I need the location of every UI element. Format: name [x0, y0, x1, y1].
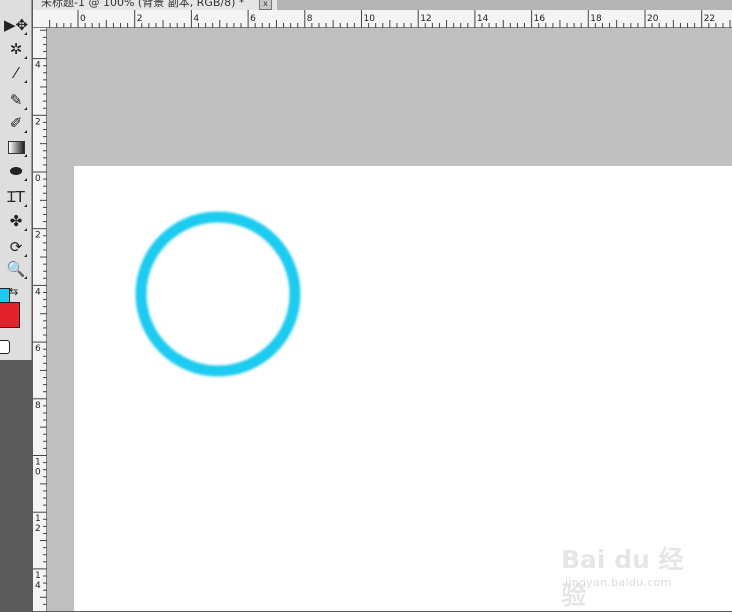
toolbar-empty-area [0, 360, 32, 611]
canvas-overlay [135, 211, 301, 377]
document-tab[interactable]: 未标题-1 @ 100% (背景 副本, RGB/8) * x [33, 0, 278, 10]
vertical-ruler[interactable]: 4202468101214 [33, 28, 47, 611]
hidden-tools-indicator [24, 254, 27, 257]
ruler-label: 0 [35, 468, 41, 478]
ruler-label: 2 [35, 524, 41, 534]
custom-shape-tool[interactable]: ✤ [4, 210, 28, 232]
horizontal-ruler-scale: 0 2 4 6 8 10 12 14 16 18 20 22 [49, 10, 731, 28]
tools-panel: ▶✥ ✲ ⁄ ✎ ✐ ⬬ ꞮT ✤ ⟳ 🔍 ⇆ [0, 0, 32, 611]
ruler-label: 4 [35, 581, 41, 591]
ruler-label: 8 [307, 14, 313, 24]
horizontal-ruler[interactable]: 0 2 4 6 8 10 12 14 16 18 20 22 [33, 10, 732, 28]
eyedropper-tool[interactable]: ⁄ [4, 62, 28, 84]
watermark-url: jingyan.baidu.com [565, 576, 672, 589]
history-brush-tool[interactable]: ✐ [4, 112, 28, 134]
3d-rotate-tool[interactable]: ⟳ [4, 236, 28, 258]
canvas-pasteboard[interactable] [47, 28, 732, 611]
shape-icon: ✤ [9, 212, 23, 230]
quick-mask-button[interactable] [0, 340, 10, 354]
type-tool[interactable]: ꞮT [4, 186, 28, 208]
hidden-tools-indicator [24, 178, 27, 181]
brush-tool[interactable]: ✎ [4, 89, 28, 111]
gradient-icon [7, 140, 25, 154]
ruler-label: 2 [35, 231, 41, 241]
ruler-label: 22 [704, 14, 715, 24]
hidden-tools-indicator [24, 276, 27, 279]
magic-wand-icon: ✲ [9, 40, 23, 58]
ruler-label: 4 [35, 287, 41, 297]
hidden-tools-indicator [24, 107, 27, 110]
ruler-label: 10 [364, 14, 376, 24]
gradient-tool[interactable] [4, 136, 28, 158]
ruler-label: 0 [80, 14, 86, 24]
ruler-label: 1 [35, 514, 41, 524]
ruler-label: 20 [647, 14, 659, 24]
swap-colors-icon[interactable]: ⇆ [9, 285, 18, 298]
tab-strip [277, 0, 732, 10]
ruler-label: 1 [35, 458, 41, 468]
3d-rotate-icon: ⟳ [9, 238, 23, 256]
ruler-label: 14 [477, 14, 489, 24]
hidden-tools-indicator [24, 154, 27, 157]
hidden-tools-indicator [24, 228, 27, 231]
ruler-label: 8 [35, 401, 41, 411]
ruler-label: 2 [35, 117, 41, 127]
move-tool[interactable]: ▶✥ [4, 14, 28, 36]
close-tab-button[interactable]: x [259, 0, 272, 10]
document-tab-title: 未标题-1 @ 100% (背景 副本, RGB/8) * [41, 0, 245, 9]
hidden-tools-indicator [24, 80, 27, 83]
type-icon: ꞮT [7, 188, 25, 206]
magic-wand-tool[interactable]: ✲ [4, 38, 28, 60]
baidu-jingyan-watermark: Bai du 经验 jingyan.baidu.com [561, 536, 701, 610]
history-brush-icon: ✐ [9, 114, 23, 132]
hidden-tools-indicator [24, 130, 27, 133]
zoom-tool[interactable]: 🔍 [4, 258, 28, 280]
zoom-icon: 🔍 [6, 260, 26, 278]
background-color-swatch[interactable] [0, 302, 20, 328]
ruler-label: 4 [193, 14, 199, 24]
blue-ring-shape[interactable] [135, 211, 301, 377]
vertical-ruler-scale: 4202468101214 [33, 29, 47, 605]
ruler-label: 6 [35, 344, 41, 354]
hidden-tools-indicator [24, 204, 27, 207]
blur-icon: ⬬ [9, 162, 23, 180]
ruler-label: 1 [35, 571, 41, 581]
ruler-label: 12 [420, 14, 431, 24]
ruler-label: 4 [35, 61, 41, 71]
ruler-label: 6 [250, 14, 256, 24]
ruler-label: 2 [137, 14, 143, 24]
eyedropper-icon: ⁄ [14, 64, 18, 82]
ruler-label: 18 [590, 14, 602, 24]
ruler-label: 16 [534, 14, 546, 24]
blur-tool[interactable]: ⬬ [4, 160, 28, 182]
brush-icon: ✎ [9, 91, 23, 109]
ruler-label: 0 [35, 174, 41, 184]
hidden-tools-indicator [24, 32, 27, 35]
hidden-tools-indicator [24, 56, 27, 59]
